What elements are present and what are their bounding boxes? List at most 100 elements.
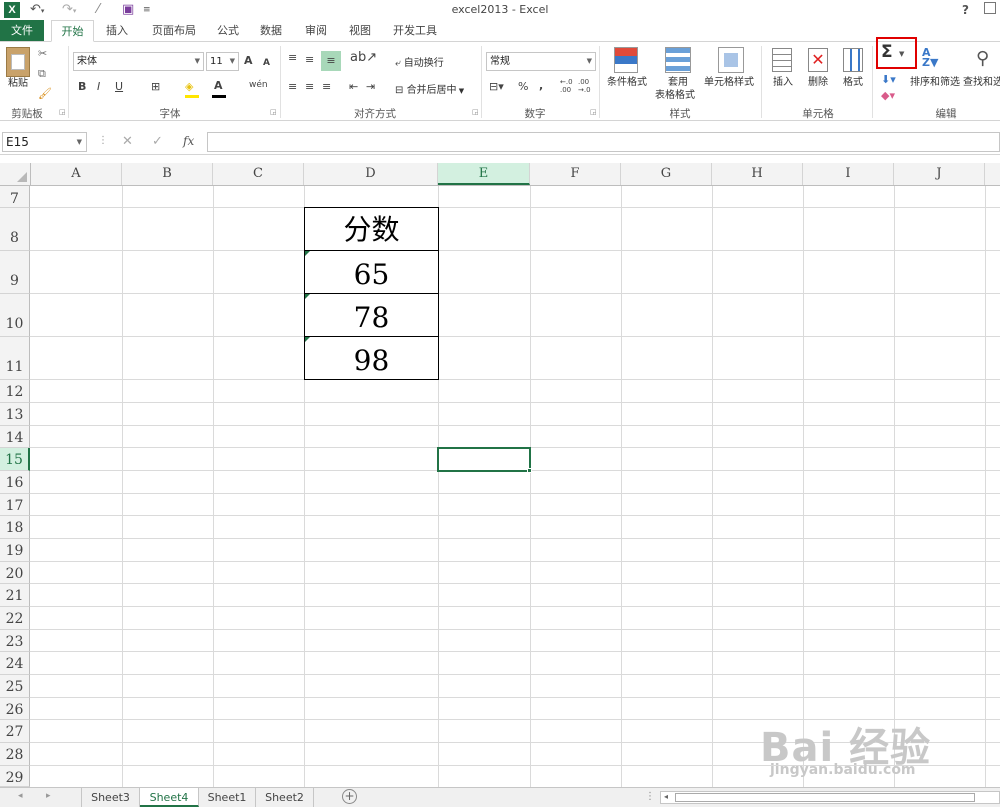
tab-page-layout[interactable]: 页面布局	[144, 20, 204, 41]
increase-indent-icon[interactable]: ⇥	[366, 79, 375, 95]
find-select-icon[interactable]: ⚲	[976, 48, 989, 69]
number-format-dropdown[interactable]: 常规 ▼	[486, 52, 596, 71]
accounting-icon[interactable]: ⊟▾	[489, 79, 504, 95]
decrease-indent-icon[interactable]: ⇤	[349, 79, 358, 95]
comma-button[interactable]: ,	[539, 78, 543, 94]
row-header-21[interactable]: 21	[0, 584, 30, 607]
insert-cells-icon[interactable]	[772, 48, 792, 72]
format-cells-icon[interactable]	[843, 48, 863, 72]
grow-font-button[interactable]: A	[244, 53, 253, 69]
row-header-24[interactable]: 24	[0, 652, 30, 675]
align-center-icon[interactable]: ≡	[305, 79, 314, 95]
sheet-tab-sheet4[interactable]: Sheet4	[140, 788, 199, 807]
underline-button[interactable]: U	[115, 79, 123, 95]
cell-d11[interactable]: 98	[304, 336, 439, 380]
row-header-19[interactable]: 19	[0, 539, 30, 562]
row-header-23[interactable]: 23	[0, 630, 30, 652]
format-as-table-label1[interactable]: 套用	[658, 77, 698, 89]
tab-insert[interactable]: 插入	[97, 20, 137, 41]
align-middle-icon[interactable]: ≡	[305, 52, 314, 68]
add-sheet-icon[interactable]: +	[342, 789, 357, 804]
row-header-22[interactable]: 22	[0, 607, 30, 630]
format-as-table-icon[interactable]	[665, 47, 691, 73]
align-bottom-icon[interactable]: ≡	[321, 51, 341, 71]
column-header-g[interactable]: G	[621, 163, 712, 185]
enter-icon[interactable]: ✓	[152, 134, 163, 149]
cell-styles-icon[interactable]	[718, 47, 744, 73]
row-header-26[interactable]: 26	[0, 698, 30, 720]
number-launcher-icon[interactable]: ◲	[590, 108, 597, 116]
row-header-25[interactable]: 25	[0, 675, 30, 698]
sheet-tab-sheet3[interactable]: Sheet3	[81, 788, 140, 807]
cut-icon[interactable]: ✂	[38, 46, 47, 62]
tab-home[interactable]: 开始	[51, 20, 94, 42]
percent-button[interactable]: %	[518, 79, 528, 95]
column-header-h[interactable]: H	[712, 163, 803, 185]
phonetic-button[interactable]: wén	[249, 77, 268, 93]
row-header-16[interactable]: 16	[0, 471, 30, 494]
cancel-icon[interactable]: ✕	[122, 134, 133, 149]
bold-button[interactable]: B	[78, 79, 86, 95]
row-header-14[interactable]: 14	[0, 426, 30, 448]
sheet-tab-sheet1[interactable]: Sheet1	[199, 788, 256, 807]
active-cell-e15[interactable]	[437, 447, 531, 472]
scroll-right-icon[interactable]: ▸	[46, 791, 51, 801]
row-header-29[interactable]: 29	[0, 766, 30, 787]
tab-data[interactable]: 数据	[253, 20, 289, 41]
cell-d9[interactable]: 65	[304, 250, 439, 294]
scroll-left-arrow-icon[interactable]: ◂	[664, 792, 668, 801]
tab-view[interactable]: 视图	[342, 20, 378, 41]
column-header-d[interactable]: D	[304, 163, 438, 185]
column-header-c[interactable]: C	[213, 163, 304, 185]
row-header-17[interactable]: 17	[0, 494, 30, 516]
copy-icon[interactable]: ⧉	[38, 66, 46, 82]
orientation-icon[interactable]: ab↗	[350, 50, 377, 66]
row-header-28[interactable]: 28	[0, 743, 30, 766]
tab-review[interactable]: 审阅	[298, 20, 334, 41]
font-launcher-icon[interactable]: ◲	[270, 108, 277, 116]
more-icon[interactable]: ⋮	[98, 135, 108, 146]
fill-handle[interactable]	[527, 468, 532, 473]
merge-center-button[interactable]: ⊟ 合并后居中 ▼	[395, 81, 464, 96]
shrink-font-button[interactable]: A	[263, 55, 270, 71]
row-header-18[interactable]: 18	[0, 516, 30, 539]
row-header-8[interactable]: 8	[0, 208, 30, 251]
align-right-icon[interactable]: ≡	[322, 79, 331, 95]
fill-color-icon[interactable]: ◈	[185, 79, 193, 95]
scrollbar-thumb[interactable]	[675, 793, 975, 802]
conditional-formatting-button[interactable]: 条件格式	[604, 77, 650, 89]
decrease-decimal-button[interactable]: .00 →.0	[578, 78, 591, 94]
increase-decimal-button[interactable]: ←.0 .00	[560, 78, 573, 94]
fill-icon[interactable]: ⬇▾	[881, 72, 896, 88]
paste-button[interactable]: 粘贴	[4, 78, 32, 90]
cell-styles-button[interactable]: 单元格样式	[700, 77, 758, 89]
formula-input[interactable]	[207, 132, 1000, 152]
column-header-a[interactable]: A	[31, 163, 122, 185]
name-box[interactable]: E15 ▼	[2, 132, 87, 152]
sort-filter-icon[interactable]: A Z▼	[922, 47, 938, 68]
column-header-b[interactable]: B	[122, 163, 213, 185]
horizontal-scrollbar[interactable]: ◂	[660, 791, 1000, 804]
row-header-27[interactable]: 27	[0, 720, 30, 743]
clear-icon[interactable]: ◆▾	[881, 88, 895, 104]
cell-d8[interactable]: 分数	[304, 207, 439, 251]
column-header-j[interactable]: J	[894, 163, 985, 185]
insert-function-button[interactable]: fx	[183, 134, 194, 148]
tab-file[interactable]: 文件	[0, 20, 44, 41]
format-as-table-label2[interactable]: 表格格式	[648, 90, 702, 102]
sort-filter-button[interactable]: 排序和筛选	[907, 77, 963, 89]
row-header-11[interactable]: 11	[0, 337, 30, 380]
borders-icon[interactable]: ⊞	[151, 79, 160, 95]
italic-button[interactable]: I	[97, 79, 100, 95]
font-name-dropdown[interactable]: 宋体 ▼	[73, 52, 204, 71]
delete-cells-button[interactable]: 删除	[803, 77, 833, 89]
column-header-i[interactable]: I	[803, 163, 894, 185]
row-header-12[interactable]: 12	[0, 380, 30, 403]
splitter-icon[interactable]: ⋮	[645, 791, 655, 802]
conditional-formatting-icon[interactable]	[614, 47, 638, 73]
row-header-15[interactable]: 15	[0, 448, 30, 471]
font-color-button[interactable]: A	[214, 78, 223, 94]
clipboard-launcher-icon[interactable]: ◲	[59, 108, 66, 116]
tab-formulas[interactable]: 公式	[210, 20, 246, 41]
format-cells-button[interactable]: 格式	[838, 77, 868, 89]
